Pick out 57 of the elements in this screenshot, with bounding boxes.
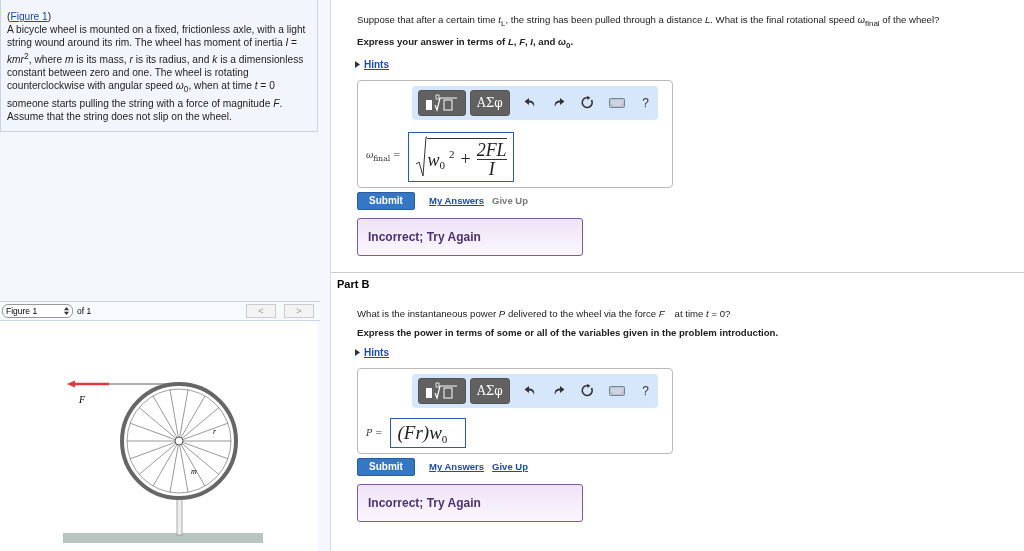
math-subscript: 0 [439, 158, 445, 171]
answer-variable: P = [366, 427, 383, 438]
feedback-message: Incorrect; Try Again [357, 483, 583, 522]
paren-text: ( [7, 11, 11, 22]
figure-count: of 1 [77, 306, 92, 316]
keyboard-icon [608, 97, 625, 108]
redo-icon [552, 97, 565, 109]
my-answers-link[interactable]: My Answers [429, 195, 485, 207]
feedback-message: Incorrect; Try Again [357, 217, 583, 256]
math-operator: + [460, 148, 471, 170]
undo-icon [524, 97, 536, 109]
math-numerator: 2FL [476, 140, 507, 160]
force-label: F [79, 394, 86, 405]
templates-icon [425, 93, 459, 112]
math-term: w [429, 421, 442, 444]
instruction-text: Express the power in terms of some or all of the variables given in the problem introduction. [357, 326, 780, 338]
math-denominator: I [488, 159, 495, 178]
submit-button[interactable]: Submit [357, 457, 415, 476]
keyboard-icon [608, 385, 625, 396]
help-button[interactable]: ? [633, 89, 658, 116]
expand-triangle-icon [355, 60, 360, 68]
reset-icon [581, 384, 595, 398]
radius-label: r [213, 427, 217, 436]
radical-sign-icon [415, 135, 428, 178]
undo-icon [524, 385, 536, 397]
part-heading: Part B [337, 277, 371, 290]
my-answers-link[interactable]: My Answers [429, 461, 485, 473]
help-button[interactable]: ? [633, 377, 658, 404]
templates-icon [425, 381, 459, 400]
symbols-button[interactable]: ΑΣφ [470, 377, 510, 404]
give-up-link[interactable]: Give Up [492, 461, 528, 473]
redo-icon [552, 385, 565, 397]
math-term: (Fr) [397, 421, 430, 444]
figure-select[interactable]: Figure 1 [2, 304, 73, 318]
give-up-link: Give Up [492, 195, 528, 207]
hints-link[interactable]: Hints [355, 58, 389, 70]
mass-label: m [191, 467, 197, 476]
submit-button[interactable]: Submit [357, 191, 415, 210]
answer-variable: ω$_{final}$ = [366, 150, 401, 164]
paren-text: ) [47, 11, 52, 22]
problem-text: A bicycle wheel is mounted on a fixed, frictionless axle, with a light string wound around its rim. The wheel has moment of inertia I = kmr$^{2}$, where m is its mass, r is its radius, and k is a dimensionless constant between zero and one. The wheel is rotating counterclockwise with angular speed ω$_{0}$, when at time t = 0 someone starts pulling the string with a force of magnitude F. Assume that the string does not slip on the wheel. [7, 24, 306, 122]
answer-field[interactable]: (Fr)w$_{0}$ [390, 417, 467, 448]
symbols-button[interactable]: ΑΣφ [470, 89, 510, 116]
question-text: Suppose that after a certain time t$_{L}$, the string has been pulled through a distance L. What is the final rotational speed ω$_{final}$ of the wheel? [357, 14, 941, 28]
instruction-text: Express your answer in terms of L, F, I, and ω$_{0}$. [357, 35, 575, 50]
reset-icon [581, 96, 595, 110]
math-superscript: 2 [448, 147, 455, 160]
force-arrow [67, 380, 109, 388]
hints-link[interactable]: Hints [355, 346, 389, 358]
math-term: w [427, 149, 440, 170]
math-subscript: 0 [441, 432, 448, 445]
question-text: What is the instantaneous power P delivered to the wheel via the force F⃗ at time t = 0? [357, 307, 732, 319]
figure-link[interactable]: Figure 1 [10, 11, 48, 22]
templates-button[interactable] [418, 377, 466, 404]
expand-triangle-icon [355, 348, 360, 356]
select-arrows-icon [64, 307, 69, 315]
templates-button[interactable] [418, 89, 466, 116]
